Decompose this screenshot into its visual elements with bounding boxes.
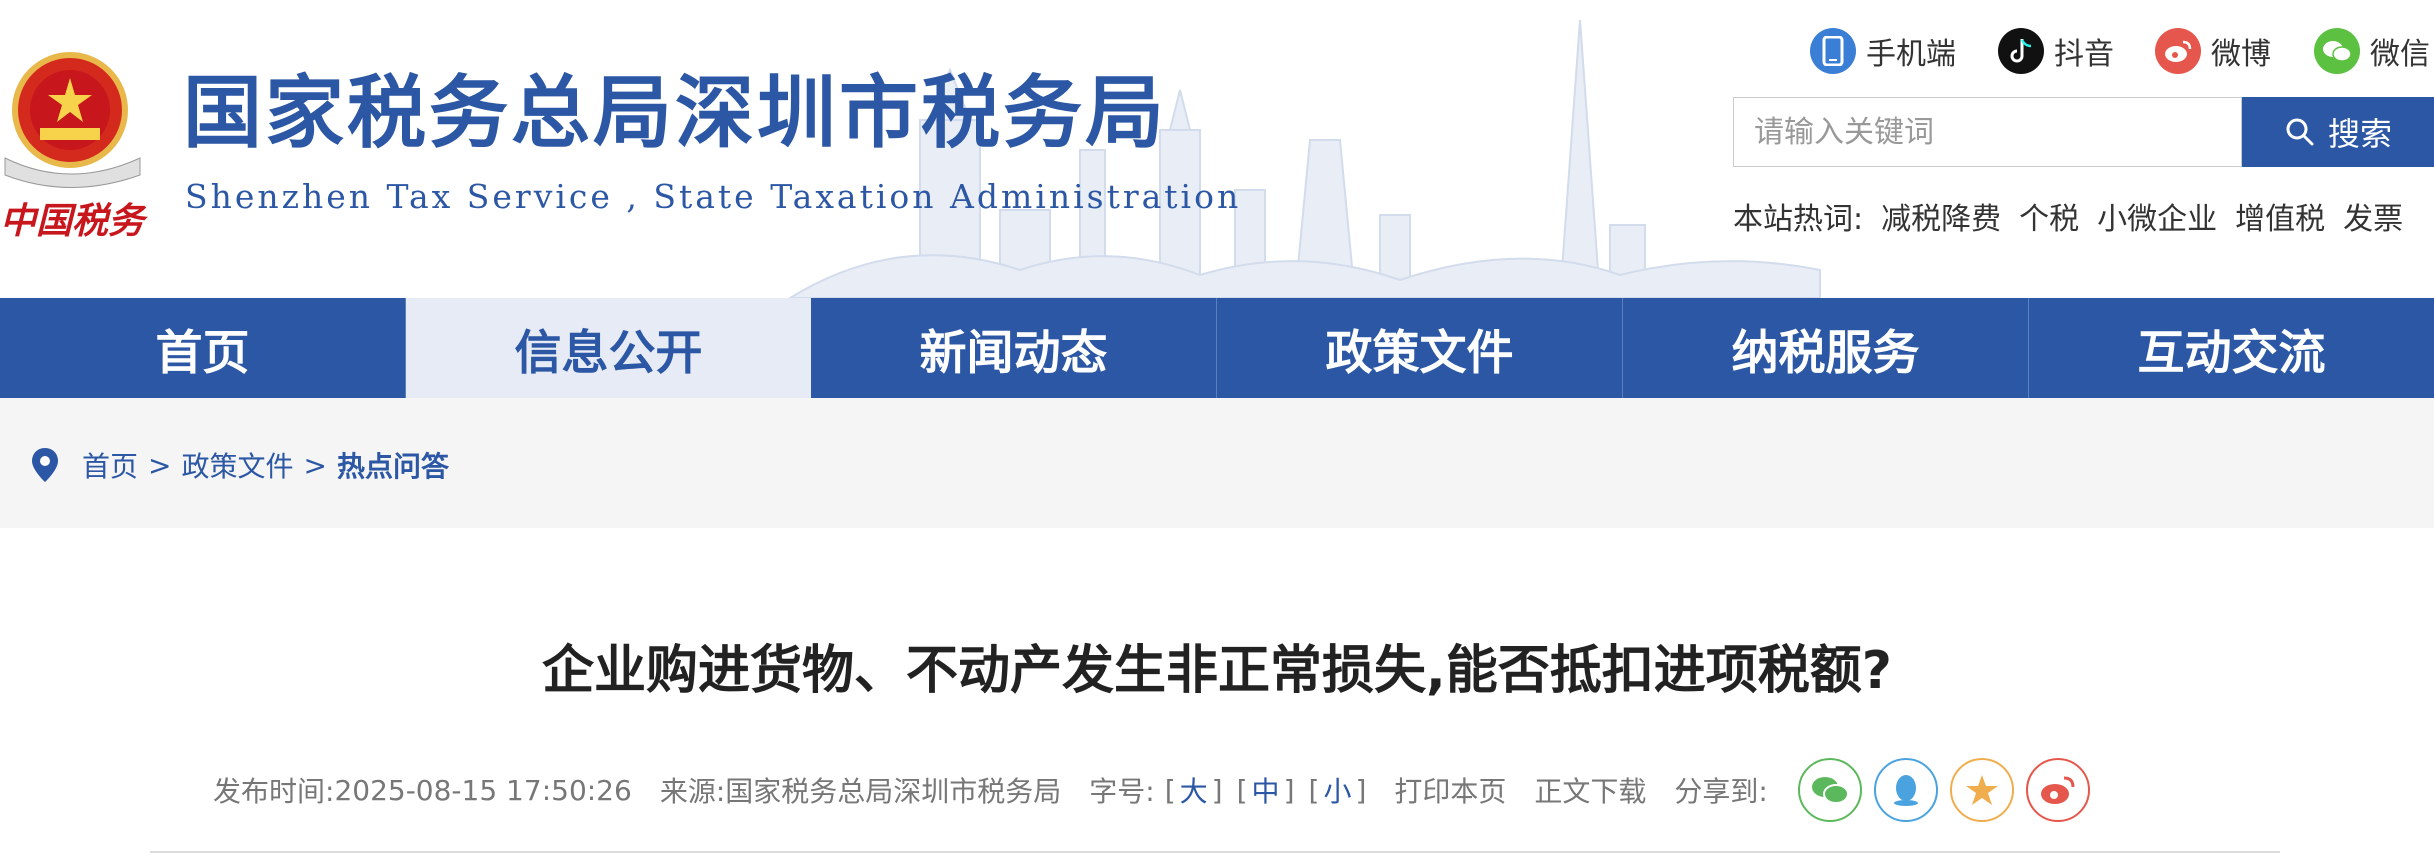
site-name[interactable]: 国家税务总局深圳市税务局 — [183, 74, 1167, 153]
article-title: 企业购进货物、不动产发生非正常损失,能否抵扣进项税额? — [542, 641, 1892, 701]
mobile-icon — [1810, 28, 1856, 74]
share-buttons — [1797, 758, 2090, 822]
font-size-small-button[interactable]: 小 — [1323, 770, 1351, 810]
font-size-large-button[interactable]: 大 — [1180, 770, 1208, 810]
main-nav: 首页 信息公开 新闻动态 政策文件 纳税服务 互动交流 — [0, 298, 2434, 398]
social-douyin[interactable]: 抖音 — [1998, 28, 2114, 74]
bracket: [ — [1236, 773, 1248, 807]
publish-time-label: 发布时间: — [213, 775, 335, 808]
breadcrumb-policy-documents[interactable]: 政策文件 — [181, 445, 293, 485]
search-icon — [2286, 118, 2314, 146]
bracket: [ — [1164, 773, 1176, 807]
site-name-english: Shenzhen Tax Service , State Taxation Ad… — [185, 177, 1242, 216]
nav-item-news[interactable]: 新闻动态 — [811, 298, 1217, 398]
social-mobile-label: 手机端 — [1866, 37, 1956, 72]
location-pin-icon — [32, 448, 58, 482]
bracket: ] — [1355, 773, 1367, 807]
bracket: ] — [1211, 773, 1223, 807]
qq-share-icon[interactable] — [1873, 758, 1938, 822]
search-input[interactable] — [1733, 97, 2242, 167]
nav-item-interaction[interactable]: 互动交流 — [2029, 298, 2434, 398]
nav-item-home[interactable]: 首页 — [0, 298, 406, 398]
hot-word-link[interactable]: 减税降费 — [1881, 194, 2001, 238]
bracket: ] — [1283, 773, 1295, 807]
social-weibo-label: 微博 — [2211, 37, 2271, 72]
nav-item-policy-documents[interactable]: 政策文件 — [1217, 298, 1623, 398]
article-meta: 发布时间: 2025-08-15 17:50:26 来源: 国家税务总局深圳市税… — [213, 758, 2090, 822]
nav-item-tax-services[interactable]: 纳税服务 — [1623, 298, 2029, 398]
share-label: 分享到: — [1674, 775, 1768, 808]
download-button[interactable]: 正文下载 — [1534, 770, 1646, 810]
print-button[interactable]: 打印本页 — [1394, 770, 1506, 810]
font-size-label: 字号: — [1089, 775, 1155, 808]
hot-word-link[interactable]: 小微企业 — [2097, 194, 2217, 238]
wechat-icon — [2314, 28, 2360, 74]
site-header: 中国税务 国家税务总局深圳市税务局 Shenzhen Tax Service ,… — [0, 0, 2434, 298]
breadcrumb-current[interactable]: 热点问答 — [337, 445, 449, 485]
social-wechat-label: 微信 — [2370, 37, 2430, 72]
breadcrumb-separator: > — [303, 448, 327, 482]
breadcrumb: 首页 > 政策文件 > 热点问答 — [30, 445, 449, 485]
social-douyin-label: 抖音 — [2054, 37, 2114, 72]
font-size-medium-button[interactable]: 中 — [1252, 770, 1280, 810]
nav-item-info-disclosure[interactable]: 信息公开 — [406, 298, 811, 398]
search-button-label: 搜索 — [2327, 115, 2392, 153]
breadcrumb-separator: > — [148, 448, 172, 482]
source: 国家税务总局深圳市税务局 — [725, 775, 1062, 808]
social-wechat[interactable]: 微信 — [2314, 28, 2430, 74]
publish-time: 2025-08-15 17:50:26 — [334, 773, 632, 807]
wechat-share-icon[interactable] — [1797, 758, 1862, 822]
article-container: 企业购进货物、不动产发生非正常损失,能否抵扣进项税额? 发布时间: 2025-0… — [0, 528, 2434, 856]
weibo-share-icon[interactable] — [2025, 758, 2090, 822]
social-mobile[interactable]: 手机端 — [1810, 28, 1956, 74]
search-button[interactable]: 搜索 — [2242, 97, 2434, 167]
hot-words: 本站热词: 减税降费 个税 小微企业 增值税 发票 — [1733, 194, 2403, 238]
divider — [150, 851, 2280, 853]
qzone-share-icon[interactable] — [1949, 758, 2014, 822]
china-tax-logo-text: 中国税务 — [0, 200, 145, 242]
source-label: 来源: — [659, 775, 726, 808]
douyin-icon — [1998, 28, 2044, 74]
breadcrumb-home[interactable]: 首页 — [82, 445, 138, 485]
hot-word-link[interactable]: 个税 — [2019, 194, 2079, 238]
social-weibo[interactable]: 微博 — [2155, 28, 2271, 74]
bracket: [ — [1308, 773, 1320, 807]
weibo-icon — [2155, 28, 2201, 74]
hot-words-label: 本站热词: — [1733, 202, 1864, 237]
hot-word-link[interactable]: 发票 — [2343, 194, 2403, 238]
national-emblem-logo — [4, 52, 141, 188]
hot-word-link[interactable]: 增值税 — [2235, 194, 2325, 238]
